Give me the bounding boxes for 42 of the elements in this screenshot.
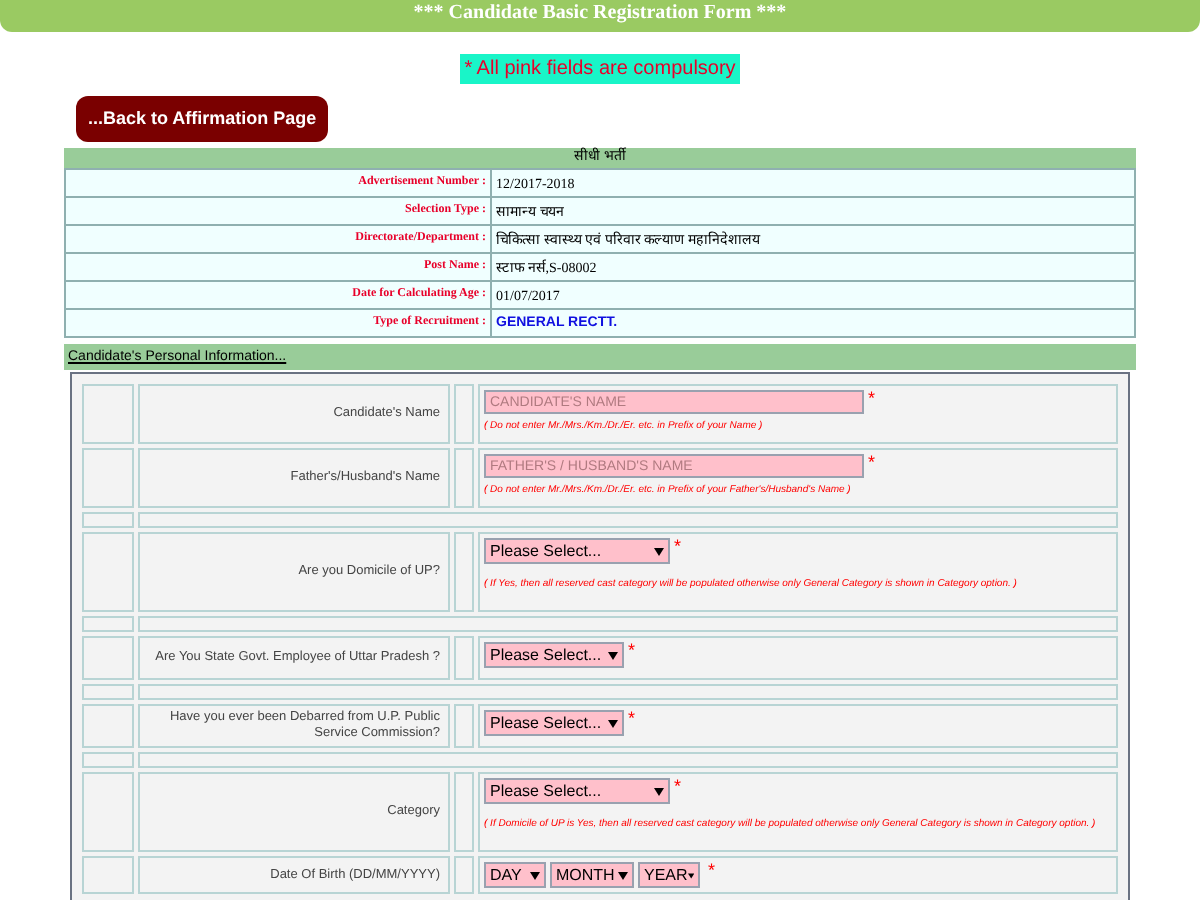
table-cell xyxy=(82,704,134,749)
caret-icon xyxy=(687,871,694,880)
required-mark: * xyxy=(868,390,876,409)
table-cell xyxy=(454,532,474,613)
caret-icon xyxy=(654,547,664,556)
notice-text: * All pink fields are compulsory xyxy=(460,54,740,84)
dropdown[interactable]: MONTH xyxy=(550,862,634,889)
table-cell xyxy=(82,616,134,633)
dropdown[interactable]: Please Select... xyxy=(484,778,670,805)
required-mark: * xyxy=(628,710,636,729)
caret-icon xyxy=(608,719,618,728)
table-cell xyxy=(454,772,474,853)
table-cell xyxy=(454,636,474,681)
table-cell xyxy=(82,684,134,701)
dropdown[interactable]: YEAR xyxy=(638,862,700,889)
caret-icon xyxy=(654,787,664,796)
table-cell xyxy=(454,856,474,895)
required-mark: * xyxy=(674,778,682,797)
dropdown[interactable]: Please Select... xyxy=(484,642,624,669)
caret-icon xyxy=(618,871,628,880)
table-cell xyxy=(454,448,474,509)
back-button[interactable]: ...Back to Affirmation Page xyxy=(76,96,329,143)
table-cell xyxy=(82,772,134,853)
caret-icon xyxy=(530,871,540,880)
table-cell xyxy=(82,856,134,895)
table-cell xyxy=(454,704,474,749)
required-mark: * xyxy=(868,454,876,473)
table-cell xyxy=(82,512,134,529)
required-mark: * xyxy=(674,538,682,557)
title-bar: *** Candidate Basic Registration Form *** xyxy=(0,0,1200,32)
table-cell xyxy=(82,532,134,613)
table-cell xyxy=(454,384,474,445)
dropdown[interactable]: DAY xyxy=(484,862,546,889)
table-cell xyxy=(82,384,134,445)
required-mark: * xyxy=(628,642,636,661)
table-cell xyxy=(82,448,134,509)
table-cell xyxy=(82,752,134,769)
dropdown[interactable]: Please Select... xyxy=(484,538,670,565)
required-mark: * xyxy=(708,862,716,881)
table-cell xyxy=(82,636,134,681)
dropdown[interactable]: Please Select... xyxy=(484,710,624,737)
caret-icon xyxy=(608,651,618,660)
